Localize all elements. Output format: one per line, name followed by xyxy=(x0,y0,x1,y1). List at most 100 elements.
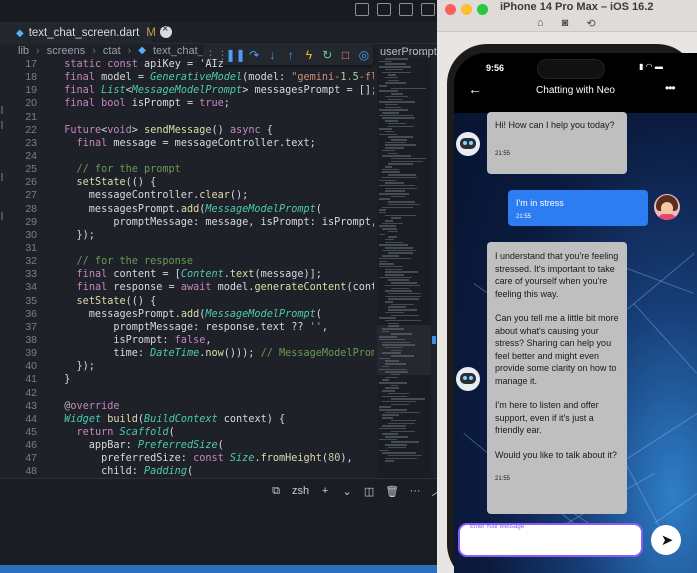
message-input[interactable]: Enter Your Message xyxy=(458,523,643,557)
code-line[interactable]: @override xyxy=(52,400,374,413)
breadcrumb: lib › screens › ctat › ◆ text_chat_scree xyxy=(18,45,231,59)
input-placeholder: Enter Your Message xyxy=(470,524,525,530)
minimap-line xyxy=(382,395,407,397)
breadcrumb-item[interactable]: ctat xyxy=(103,45,121,59)
fold-marker[interactable] xyxy=(1,121,3,129)
code-line[interactable]: setState(() { xyxy=(52,176,374,189)
terminal-more-actions[interactable]: ··· xyxy=(409,485,421,497)
breadcrumb-item[interactable]: screens xyxy=(47,45,86,59)
line-number: 35 xyxy=(25,294,37,307)
new-terminal-button[interactable]: + xyxy=(319,485,331,497)
code-line[interactable]: return Scaffold( xyxy=(52,426,374,439)
minimap[interactable] xyxy=(377,58,431,478)
minimap-line xyxy=(388,292,422,295)
minimap-line xyxy=(379,449,390,451)
user-message-bubble: I'm in stress 21:55 xyxy=(508,190,648,226)
code-line[interactable]: }); xyxy=(52,360,374,373)
code-line[interactable]: final model = GenerativeModel(model: "ge… xyxy=(52,71,374,84)
home-icon[interactable]: ⌂ xyxy=(537,17,544,30)
code-area[interactable]: static const apiKey = 'AIz final model =… xyxy=(52,58,374,479)
phone-screen: 9:56 ▮ ◠ ▬ ← Chatting with Neo ••• Hi! H… xyxy=(454,53,697,573)
minimap-line xyxy=(385,290,413,292)
close-window-icon[interactable] xyxy=(445,4,456,15)
minimap-line xyxy=(391,139,407,141)
code-line[interactable]: messagesPrompt.add(MessageModelPrompt( xyxy=(52,308,374,321)
code-line[interactable]: time: DateTime.now())); // MessageModelP… xyxy=(52,347,374,360)
code-line[interactable]: isPrompt: false, xyxy=(52,334,374,347)
code-line[interactable]: static const apiKey = 'AIz xyxy=(52,58,374,71)
minimap-line xyxy=(385,311,405,314)
fold-marker[interactable] xyxy=(1,106,3,114)
toggle-secondary-sidebar-icon[interactable] xyxy=(399,3,413,16)
trash-icon[interactable]: 🗑︎ xyxy=(385,485,399,498)
terminal-panel[interactable]: ⧉ zsh + ⌄ ◫ 🗑︎ ··· ︿ ✕ xyxy=(0,478,437,573)
code-line[interactable] xyxy=(52,242,374,255)
minimap-line xyxy=(385,411,420,414)
toggle-panel-icon[interactable] xyxy=(377,3,391,16)
more-options-icon[interactable]: ••• xyxy=(665,81,676,95)
code-line[interactable]: Widget build(BuildContext context) { xyxy=(52,413,374,426)
message-text: Hi! How can I help you today? xyxy=(495,120,615,130)
minimap-line xyxy=(385,144,417,146)
code-line[interactable]: final List<MessageModelPrompt> messagesP… xyxy=(52,84,374,97)
code-line[interactable]: messageController.clear(); xyxy=(52,189,374,202)
code-line[interactable]: }); xyxy=(52,229,374,242)
line-number: 29 xyxy=(25,215,37,228)
code-line[interactable]: messagesPrompt.add(MessageModelPrompt( xyxy=(52,203,374,216)
zoom-window-icon[interactable] xyxy=(477,4,488,15)
minimap-line xyxy=(388,279,409,281)
code-line[interactable]: promptMessage: response.text ?? '', xyxy=(52,321,374,334)
split-terminal-icon[interactable]: ◫ xyxy=(363,485,375,498)
code-line[interactable]: setState(() { xyxy=(52,295,374,308)
rotate-icon[interactable]: ⟲ xyxy=(586,17,595,30)
code-line[interactable]: preferredSize: const Size.fromHeight(80)… xyxy=(52,452,374,465)
close-tab-icon[interactable] xyxy=(160,23,172,38)
minimap-line xyxy=(385,301,394,303)
minimize-window-icon[interactable] xyxy=(461,4,472,15)
code-line[interactable]: promptMessage: message, isPrompt: isProm… xyxy=(52,216,374,229)
line-number: 48 xyxy=(25,465,37,478)
code-line[interactable]: appBar: PreferredSize( xyxy=(52,439,374,452)
minimap-line xyxy=(385,241,404,244)
minimap-viewport-slider[interactable] xyxy=(377,325,431,375)
toggle-sidebar-icon[interactable] xyxy=(355,3,369,16)
message-paragraph: Can you tell me a little bit more about … xyxy=(495,313,619,386)
code-line[interactable]: // for the prompt xyxy=(52,163,374,176)
minimap-line xyxy=(391,384,398,387)
code-line[interactable] xyxy=(52,111,374,124)
minimap-line xyxy=(385,376,398,379)
code-line[interactable]: child: Padding( xyxy=(52,465,374,478)
minimap-line xyxy=(391,419,416,422)
dynamic-island xyxy=(537,59,605,79)
minimap-line xyxy=(385,120,399,122)
terminal-shell-label[interactable]: zsh xyxy=(292,485,309,497)
status-icons: ▮ ◠ ▬ xyxy=(639,62,663,71)
code-line[interactable]: // for the response xyxy=(52,255,374,268)
code-line[interactable] xyxy=(52,150,374,163)
screenshot-icon[interactable]: ◙ xyxy=(562,17,569,30)
breadcrumb-item[interactable]: lib xyxy=(18,45,29,59)
minimap-line xyxy=(388,252,414,254)
minimap-line xyxy=(391,430,416,433)
code-line[interactable]: final message = messageController.text; xyxy=(52,137,374,150)
minimap-line xyxy=(382,400,417,403)
code-line[interactable] xyxy=(52,387,374,400)
fold-marker[interactable] xyxy=(1,212,3,220)
customize-layout-icon[interactable] xyxy=(421,3,435,16)
tab-text-chat-screen[interactable]: ◆ text_chat_screen.dart M xyxy=(0,22,156,44)
line-number: 33 xyxy=(25,268,37,281)
chevron-down-icon[interactable]: ⌄ xyxy=(341,485,353,498)
minimap-line xyxy=(382,117,415,119)
line-number: 34 xyxy=(25,281,37,294)
line-number: 17 xyxy=(25,58,37,70)
send-button[interactable]: ➤ xyxy=(651,525,681,555)
code-line[interactable]: final content = [Content.text(message)]; xyxy=(52,268,374,281)
code-line[interactable]: } xyxy=(52,373,374,386)
code-line[interactable]: final response = await model.generateCon… xyxy=(52,281,374,294)
code-line[interactable]: final bool isPrompt = true; xyxy=(52,97,374,110)
minimap-line xyxy=(385,95,408,98)
code-line[interactable]: Future<void> sendMessage() async { xyxy=(52,124,374,137)
fold-marker[interactable] xyxy=(1,173,3,181)
line-number: 28 xyxy=(25,202,37,215)
minimap-line xyxy=(382,112,399,114)
